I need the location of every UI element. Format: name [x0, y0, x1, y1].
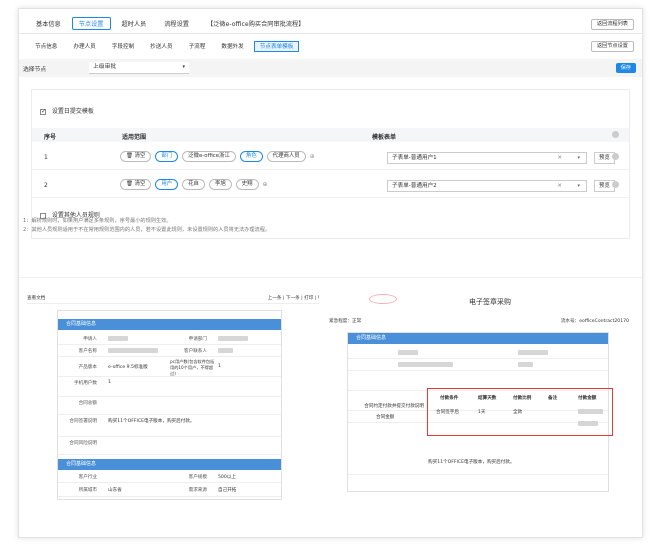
chevron-down-icon: ▾: [182, 64, 185, 70]
sub-tabs: 节点信息 办理人员 字段控制 抄送人员 子流程 数据外发 节点表单模板: [29, 39, 303, 53]
clear-button[interactable]: 🗑 清空: [120, 151, 152, 162]
subtab-subflow[interactable]: 子流程: [183, 41, 212, 52]
form-row: [348, 347, 608, 359]
clear-icon[interactable]: ✕: [557, 181, 562, 191]
divider: [19, 277, 642, 278]
form-row: 客户行业 客户规模 500以上: [58, 471, 281, 483]
subtab-node-form-template[interactable]: 节点表单模板: [253, 40, 300, 52]
seal-icon: [369, 294, 397, 304]
payment-label: 合同约定付款并提交付款说明: [364, 404, 424, 409]
clear-icon[interactable]: ✕: [557, 153, 562, 163]
chip-role[interactable]: 角色: [239, 151, 263, 162]
return-list-button[interactable]: 返回流程列表: [590, 19, 634, 30]
right-form-screenshot: 电子签章采购 紧急程度：正常 流水号：eofficeContract20170 …: [319, 292, 639, 502]
chip-item[interactable]: 泛微e-office浙江: [182, 151, 236, 162]
form-row: 手机用户数 1: [58, 377, 281, 397]
urgency-text: 紧急程度：正常: [329, 319, 362, 324]
section-header: 合同基础信息: [58, 319, 281, 330]
section-header: 合同基础信息: [58, 459, 281, 470]
chip-item[interactable]: 花自: [182, 179, 205, 190]
remove-row-icon[interactable]: [612, 153, 619, 160]
row-index: 1: [44, 154, 48, 161]
form-row: 合同总额: [58, 397, 281, 415]
submit-template-checkbox-row[interactable]: 设置日提交模板: [40, 106, 94, 115]
chip-department[interactable]: 部门: [155, 151, 179, 162]
node-select-value: 上级审批: [93, 64, 117, 70]
serial-number: 流水号：eofficeContract20170: [560, 319, 629, 324]
section-header: 合同基础信息: [348, 333, 608, 344]
table-row: 2 🗑 清空 用户 花自 李旭 史翔 ⊕ 子表单-普通用户2 ✕ ▾ 预览: [32, 174, 629, 198]
form-body: 合同基础信息 申请人 申请部门 客户名称 客户联系人 产品版本 e-office…: [57, 310, 282, 500]
tab-node-settings[interactable]: 节点设置: [71, 16, 111, 30]
note-line: 2：其他人员规则适用于不在常用规则范围内的人员，若不设置此规则，未设置规则的人员…: [23, 227, 271, 233]
checkbox-checked-icon[interactable]: [40, 108, 46, 115]
flow-name-title: 【泛微e-office购买合同审批流程】: [207, 20, 305, 28]
header-index: 序号: [44, 134, 57, 141]
node-selector-bar: 选择节点 上级审批 ▾ 保存: [19, 59, 642, 77]
header-form: 模板表单: [372, 134, 397, 141]
subtab-node-info[interactable]: 节点信息: [29, 41, 63, 52]
subtab-data-export[interactable]: 数据外发: [215, 41, 249, 52]
clear-button[interactable]: 🗑 清空: [120, 179, 152, 190]
app-window: 基本信息 节点设置 超时人员 流程设置 【泛微e-office购买合同审批流程】…: [18, 8, 643, 538]
add-scope-icon[interactable]: ⊕: [310, 153, 315, 160]
doc-header-left: 查看文档: [27, 296, 46, 301]
chevron-down-icon: ▾: [577, 155, 580, 161]
left-form-screenshot: 查看文档 上一条 | 下一条 | 打印 | 导出 合同基础信息 申请人 申请部门…: [27, 292, 327, 502]
return-node-button[interactable]: 返回节点设置: [590, 41, 634, 52]
form-row: 客户名称 客户联系人: [58, 345, 281, 357]
form-select-value: 子表单-普通用户2: [392, 183, 437, 189]
form-title: 电子签章采购: [469, 298, 511, 306]
add-scope-icon[interactable]: ⊕: [263, 181, 268, 188]
form-row: 合同签署说明 购买11个OFFICE电子版本，购买后付款。: [58, 415, 281, 437]
chip-user[interactable]: 用户: [155, 179, 179, 190]
form-row: 所属城市 山东省 需求来源 自己开拓: [58, 483, 281, 497]
doc-header: 查看文档 上一条 | 下一条 | 打印 | 导出: [27, 292, 327, 304]
form-row: [348, 359, 608, 371]
chip-item[interactable]: 史翔: [235, 179, 259, 190]
node-select[interactable]: 上级审批 ▾: [89, 62, 189, 74]
subtab-field-control[interactable]: 字段控制: [106, 41, 140, 52]
form-select-value: 子表单-普通用户1: [392, 155, 437, 161]
remove-row-icon[interactable]: [612, 181, 619, 188]
chevron-down-icon: ▾: [577, 183, 580, 189]
tab-timeout-staff[interactable]: 超时人员: [115, 17, 154, 30]
divider: [19, 33, 642, 34]
form-row: 购买11个OFFICE电子版本，购买后付款。: [348, 453, 608, 475]
form-select[interactable]: 子表单-普通用户1 ✕ ▾: [387, 152, 587, 164]
node-label: 选择节点: [23, 67, 47, 73]
top-tabs: 基本信息 节点设置 超时人员 流程设置 【泛微e-office购买合同审批流程】: [29, 15, 315, 31]
scope-chips: 🗑 清空 部门 泛微e-office浙江 角色 代理商人员 ⊕: [120, 151, 315, 162]
payment-highlight-box: 合同约定付款并提交付款说明 付款条件 结算天数 付款比例 备注 付款金额 合同签…: [364, 388, 613, 436]
form-row: 申请人 申请部门: [58, 333, 281, 345]
contract-total-label: 合同金额: [376, 415, 395, 420]
chip-item[interactable]: 代理商人员: [266, 151, 306, 162]
table-row: 1 🗑 清空 部门 泛微e-office浙江 角色 代理商人员 ⊕ 子表单-普通…: [32, 146, 629, 170]
subtab-handlers[interactable]: 办理人员: [67, 41, 101, 52]
subtab-cc-staff[interactable]: 抄送人员: [144, 41, 178, 52]
submit-template-label: 设置日提交模板: [51, 108, 94, 115]
chip-item[interactable]: 李旭: [208, 179, 232, 190]
save-button[interactable]: 保存: [615, 63, 636, 73]
tab-flow-settings[interactable]: 流程设置: [157, 17, 196, 30]
scope-chips: 🗑 清空 用户 花自 李旭 史翔 ⊕: [120, 179, 268, 190]
form-row: 合同风险说明: [58, 437, 281, 455]
form-row: 产品版本 e-office 9.5标准版 pc用户数(包含软件包括用的10个用户…: [58, 357, 281, 377]
table-header: 序号 适用范围 模板表单: [32, 128, 629, 142]
note-line: 1：解析规则时，如果用户满足多条规则，序号最小的规则生效。: [23, 218, 172, 224]
tab-basic-info[interactable]: 基本信息: [29, 17, 68, 30]
add-row-icon[interactable]: [612, 131, 619, 138]
form-select[interactable]: 子表单-普通用户2 ✕ ▾: [387, 180, 587, 192]
header-scope: 适用范围: [122, 134, 147, 141]
row-index: 2: [44, 182, 48, 189]
